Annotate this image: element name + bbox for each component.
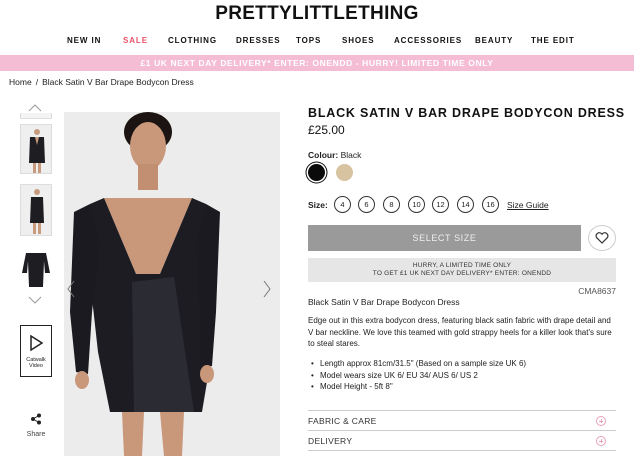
- nav-item-tops[interactable]: TOPS: [296, 36, 321, 45]
- nav-item-beauty[interactable]: BEAUTY: [475, 36, 513, 45]
- nav-item-new-in[interactable]: NEW IN: [67, 36, 101, 45]
- colour-value: Black: [340, 150, 362, 160]
- colour-selector-label: Colour: Black: [308, 150, 361, 160]
- breadcrumb: Home / Black Satin V Bar Drape Bodycon Dre…: [9, 77, 194, 87]
- product-price: £25.00: [308, 123, 345, 137]
- colour-swatch-black[interactable]: [308, 164, 325, 181]
- colour-swatch-nude[interactable]: [336, 164, 353, 181]
- plus-icon: [596, 416, 606, 426]
- thumbnail-partial[interactable]: [20, 113, 52, 119]
- breadcrumb-separator: /: [35, 77, 39, 87]
- size-option-14[interactable]: 14: [457, 196, 474, 213]
- accordion-fabric-care-label: FABRIC & CARE: [308, 416, 377, 426]
- nav-item-dresses[interactable]: DRESSES: [236, 36, 281, 45]
- product-main-image[interactable]: [64, 112, 280, 456]
- share-label: Share: [26, 431, 46, 438]
- thumbs-up-arrow-icon[interactable]: [28, 104, 42, 112]
- size-guide-link[interactable]: Size Guide: [507, 200, 549, 210]
- accordion-delivery[interactable]: DELIVERY: [308, 430, 616, 450]
- wishlist-button[interactable]: [588, 225, 616, 251]
- size-option-12[interactable]: 12: [432, 196, 449, 213]
- description-title: Black Satin V Bar Drape Bodycon Dress: [308, 297, 460, 307]
- size-option-10[interactable]: 10: [408, 196, 425, 213]
- thumbnail-side[interactable]: [20, 184, 52, 236]
- product-title: BLACK SATIN V BAR DRAPE BODYCON DRESS: [308, 106, 625, 120]
- play-icon: [30, 335, 43, 351]
- video-label-line2: Video: [29, 363, 43, 369]
- thumbs-down-arrow-icon[interactable]: [28, 296, 42, 304]
- thumbnail-flat[interactable]: [20, 249, 52, 291]
- thumbnail-front[interactable]: [20, 124, 52, 174]
- image-next-arrow-icon[interactable]: [262, 280, 272, 298]
- promo-banner[interactable]: £1 UK NEXT DAY DELIVERY* ENTER: ONENDD -…: [0, 55, 634, 71]
- breadcrumb-current: Black Satin V Bar Drape Bodycon Dress: [42, 77, 194, 87]
- brand-logo[interactable]: PRETTYLITTLETHING: [0, 3, 634, 25]
- size-selector: Size: 4 6 8 10 12 14 16 Size Guide: [308, 196, 628, 214]
- share-button[interactable]: Share: [18, 412, 54, 438]
- product-description: Edge out in this extra bodycon dress, fe…: [308, 316, 612, 348]
- product-sku: CMA8637: [578, 286, 616, 296]
- hurry-line2: TO GET £1 UK NEXT DAY DELIVERY* ENTER: O…: [372, 270, 552, 277]
- detail-model-size: Model wears size UK 6/ EU 34/ AUS 6/ US …: [308, 370, 618, 382]
- detail-length: Length approx 81cm/31.5" (Based on a sam…: [308, 358, 618, 370]
- divider: [308, 450, 616, 451]
- share-icon: [31, 413, 41, 425]
- hurry-line1: HURRY, A LIMITED TIME ONLY: [412, 262, 512, 269]
- nav-item-clothing[interactable]: CLOTHING: [168, 36, 217, 45]
- detail-model-height: Model Height - 5ft 8": [308, 381, 618, 393]
- size-option-16[interactable]: 16: [482, 196, 499, 213]
- colour-label: Colour:: [308, 150, 339, 160]
- nav-item-sale[interactable]: SALE: [123, 36, 148, 45]
- limited-offer-notice: HURRY, A LIMITED TIME ONLY TO GET £1 UK …: [308, 258, 616, 282]
- size-option-4[interactable]: 4: [334, 196, 351, 213]
- plus-icon: [596, 436, 606, 446]
- main-nav: NEW IN SALE CLOTHING DRESSES TOPS SHOES …: [0, 36, 634, 50]
- nav-item-the-edit[interactable]: THE EDIT: [531, 36, 575, 45]
- heart-icon: [595, 232, 609, 244]
- size-option-6[interactable]: 6: [358, 196, 375, 213]
- size-option-8[interactable]: 8: [383, 196, 400, 213]
- size-label: Size:: [308, 200, 328, 210]
- nav-item-shoes[interactable]: SHOES: [342, 36, 375, 45]
- image-prev-arrow-icon[interactable]: [66, 280, 76, 298]
- nav-item-accessories[interactable]: ACCESSORIES: [394, 36, 462, 45]
- product-details-list: Length approx 81cm/31.5" (Based on a sam…: [308, 358, 618, 393]
- select-size-button[interactable]: SELECT SIZE: [308, 225, 581, 251]
- catwalk-video-button[interactable]: Catwalk Video: [20, 325, 52, 377]
- breadcrumb-home[interactable]: Home: [9, 77, 32, 87]
- accordion-fabric-care[interactable]: FABRIC & CARE: [308, 410, 616, 430]
- accordion-delivery-label: DELIVERY: [308, 436, 353, 446]
